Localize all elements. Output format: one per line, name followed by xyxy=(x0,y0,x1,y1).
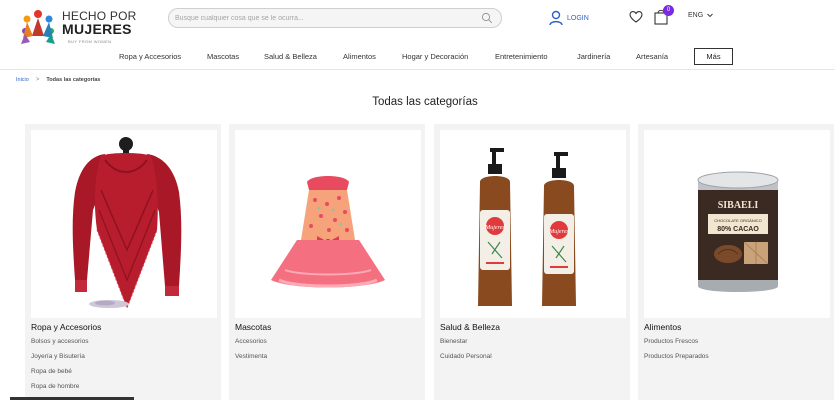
category-card-ropa-y-accesorios: Ropa y Accesorios Bolsos y accesorios Jo… xyxy=(25,124,221,400)
brand-name-line2: MUJERES xyxy=(62,21,132,37)
brand-logo[interactable]: HECHO POR MUJERES BUY FROM WOMEN xyxy=(18,6,136,46)
nav-item-alimentos[interactable]: Alimentos xyxy=(343,52,376,61)
category-image-mascotas[interactable] xyxy=(235,130,421,318)
language-selector[interactable]: ENG xyxy=(688,11,714,19)
subcategory-list: Accesorios Vestimenta xyxy=(235,337,267,367)
subcategory-list: Productos Frescos Productos Preparados xyxy=(644,337,709,367)
nav-item-mascotas[interactable]: Mascotas xyxy=(207,52,239,61)
subcategory-link[interactable]: Vestimenta xyxy=(235,352,267,367)
breadcrumb-home-link[interactable]: Inicio xyxy=(16,77,29,83)
subcategory-link[interactable]: Productos Frescos xyxy=(644,337,709,352)
category-image-ropa-y-accesorios[interactable] xyxy=(31,130,217,318)
red-shawl-image xyxy=(31,130,217,318)
user-icon xyxy=(549,10,563,26)
tin-brand-label: SIBAELI xyxy=(718,200,759,211)
breadcrumb: Inicio > Todas las categorías xyxy=(16,77,100,83)
category-title[interactable]: Ropa y Accesorios xyxy=(31,322,101,332)
soap-bottles-image: Mujeres Mujeres xyxy=(440,130,626,318)
tin-line1-label: CHOCOLATE ORGÁNICO xyxy=(714,218,762,223)
subcategory-link[interactable]: Accesorios xyxy=(235,337,267,352)
bottle-brand-label: Mujeres xyxy=(548,229,569,235)
chevron-down-icon xyxy=(707,13,713,18)
subcategory-link[interactable]: Ropa de hombre xyxy=(31,382,88,397)
category-nav: Ropa y Accesorios Mascotas Salud & Belle… xyxy=(0,48,835,66)
category-card-mascotas: Mascotas Accesorios Vestimenta xyxy=(229,124,425,400)
search-bar xyxy=(168,8,502,28)
cart-count-badge: 0 xyxy=(663,5,674,16)
category-title[interactable]: Salud & Belleza xyxy=(440,322,500,332)
subcategory-link[interactable]: Productos Preparados xyxy=(644,352,709,367)
brand-logo-mark-icon xyxy=(21,10,55,44)
subcategory-list: Bienestar Cuidado Personal xyxy=(440,337,492,367)
more-categories-button[interactable]: Más xyxy=(694,48,733,65)
breadcrumb-current: Todas las categorías xyxy=(46,77,101,83)
category-image-alimentos[interactable]: SIBAELI CHOCOLATE ORGÁNICO 80% CACAO xyxy=(644,130,830,318)
subcategory-link[interactable]: Joyería y Bisutería xyxy=(31,352,88,367)
nav-item-artesania[interactable]: Artesanía xyxy=(636,52,668,61)
login-label: LOGIN xyxy=(567,14,589,22)
subcategory-link[interactable]: Cuidado Personal xyxy=(440,352,492,367)
category-title[interactable]: Mascotas xyxy=(235,322,271,332)
category-card-salud-belleza: Mujeres Mujeres Salud & Belleza Bienesta… xyxy=(434,124,630,400)
bottle-brand-label: Mujeres xyxy=(484,225,505,231)
nav-item-salud-belleza[interactable]: Salud & Belleza xyxy=(264,52,317,61)
tin-line2-label: 80% CACAO xyxy=(717,226,759,233)
page-title: Todas las categorías xyxy=(372,96,478,108)
subcategory-link[interactable]: Bienestar xyxy=(440,337,492,352)
nav-item-jardineria[interactable]: Jardinería xyxy=(577,52,610,61)
login-link[interactable]: LOGIN xyxy=(548,9,589,27)
language-label: ENG xyxy=(688,11,704,19)
search-icon[interactable] xyxy=(481,12,493,24)
header-divider xyxy=(0,69,835,70)
heart-icon[interactable] xyxy=(629,10,643,24)
chocolate-tin-image: SIBAELI CHOCOLATE ORGÁNICO 80% CACAO xyxy=(644,130,830,318)
subcategory-link[interactable]: Ropa de bebé xyxy=(31,367,88,382)
subcategory-list: Bolsos y accesorios Joyería y Bisutería … xyxy=(31,337,88,397)
subcategory-link[interactable]: Bolsos y accesorios xyxy=(31,337,88,352)
category-title[interactable]: Alimentos xyxy=(644,322,681,332)
nav-item-hogar-decoracion[interactable]: Hogar y Decoración xyxy=(402,52,468,61)
nav-item-ropa-y-accesorios[interactable]: Ropa y Accesorios xyxy=(119,52,181,61)
nav-item-entretenimiento[interactable]: Entretenimiento xyxy=(495,52,548,61)
brand-tagline: BUY FROM WOMEN xyxy=(68,39,112,44)
category-card-alimentos: SIBAELI CHOCOLATE ORGÁNICO 80% CACAO Ali… xyxy=(638,124,834,400)
dog-dress-image xyxy=(235,130,421,318)
site-header: HECHO POR MUJERES BUY FROM WOMEN LOGIN 0… xyxy=(0,0,835,70)
search-input[interactable] xyxy=(175,11,465,25)
category-image-salud-belleza[interactable]: Mujeres Mujeres xyxy=(440,130,626,318)
breadcrumb-separator: > xyxy=(35,77,40,83)
